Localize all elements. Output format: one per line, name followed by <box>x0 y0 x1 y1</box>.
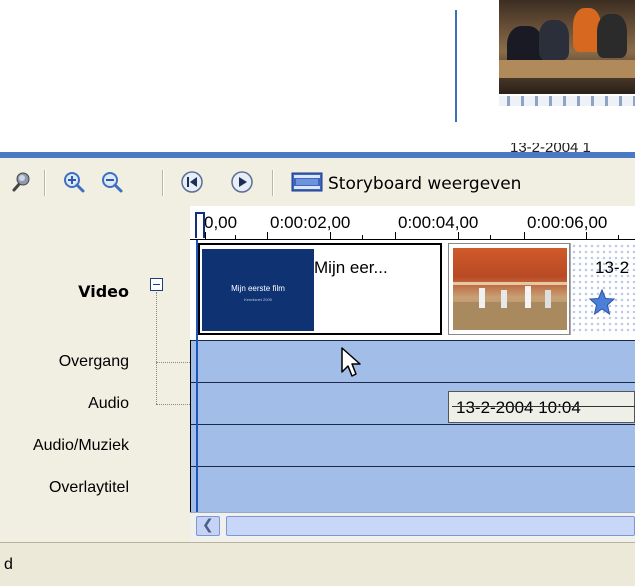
video-clip-title[interactable]: Mijn eerste film Kennisnet 2005 <box>198 243 442 335</box>
track-tree-branch <box>156 362 190 363</box>
ruler-tick <box>395 232 396 240</box>
thumbnail-date: 13-2-2004 1 <box>510 143 591 152</box>
chevron-left-icon: ❮ <box>202 517 214 533</box>
ruler-label: 0:00:06,00 <box>527 213 608 232</box>
track-divider <box>191 424 635 425</box>
rewind-icon[interactable] <box>180 170 204 194</box>
thumbnail-image <box>499 0 635 94</box>
microphone-icon[interactable] <box>8 170 32 194</box>
timeline-toolbar <box>0 158 635 206</box>
track-label-audio: Audio <box>88 395 129 412</box>
collection-divider <box>455 10 457 122</box>
star-icon <box>588 288 616 316</box>
track-label-overgang: Overgang <box>58 353 129 370</box>
title-clip-label: Mijn eer... <box>314 258 388 277</box>
ruler-label: 0:00:02,00 <box>270 213 351 232</box>
audio-clip-label: 13-2-2004 10:04 <box>456 398 581 417</box>
timeline-ruler[interactable]: 0,00 0:00:02,00 0:00:04,00 0:00:06,00 <box>190 206 635 240</box>
toolbar-separator <box>272 170 274 196</box>
title-clip-thumb-title: Mijn eerste film <box>231 284 285 293</box>
collapse-video-track-icon[interactable] <box>150 278 163 291</box>
status-bar <box>0 542 635 586</box>
mouse-pointer-icon <box>341 347 361 377</box>
thumbnail-film-strip <box>499 96 635 106</box>
play-icon[interactable] <box>230 170 254 194</box>
ruler-tick <box>267 232 268 240</box>
ruler-label: 0:00:04,00 <box>398 213 479 232</box>
status-text: d <box>4 556 13 573</box>
playhead-line[interactable] <box>196 240 198 512</box>
title-clip-thumb-subtitle: Kennisnet 2005 <box>244 297 272 302</box>
playhead-handle[interactable] <box>195 212 205 238</box>
collection-clip-thumbnail[interactable] <box>499 0 635 108</box>
zoom-in-icon[interactable] <box>62 170 86 194</box>
next-clip-label: 13-2 <box>595 258 630 277</box>
storyboard-icon[interactable] <box>290 170 324 194</box>
ruler-tick <box>586 232 587 240</box>
track-divider <box>191 340 635 341</box>
track-tree-line <box>156 292 157 404</box>
video-clip-photo[interactable] <box>448 243 570 335</box>
ruler-label: 0,00 <box>204 213 238 232</box>
audio-waveform-line <box>452 406 635 407</box>
track-divider <box>191 466 635 467</box>
ruler-tick <box>524 232 525 240</box>
track-tree-branch <box>156 404 190 405</box>
track-label-overlaytitel: Overlaytitel <box>48 479 129 496</box>
ruler-tick <box>330 232 331 240</box>
track-divider <box>191 382 635 383</box>
storyboard-button-label[interactable]: Storyboard weergeven <box>328 174 521 194</box>
toolbar-separator <box>162 170 164 196</box>
track-label-video: Video <box>78 282 129 301</box>
scrollbar-thumb[interactable] <box>226 516 635 536</box>
photo-clip-thumbnail <box>453 248 567 330</box>
zoom-out-icon[interactable] <box>100 170 124 194</box>
title-clip-thumbnail: Mijn eerste film Kennisnet 2005 <box>202 249 314 331</box>
toolbar-separator <box>44 170 46 196</box>
ruler-tick <box>458 232 459 240</box>
track-label-audio-muziek: Audio/Muziek <box>32 437 129 454</box>
ruler-tick <box>205 232 206 240</box>
